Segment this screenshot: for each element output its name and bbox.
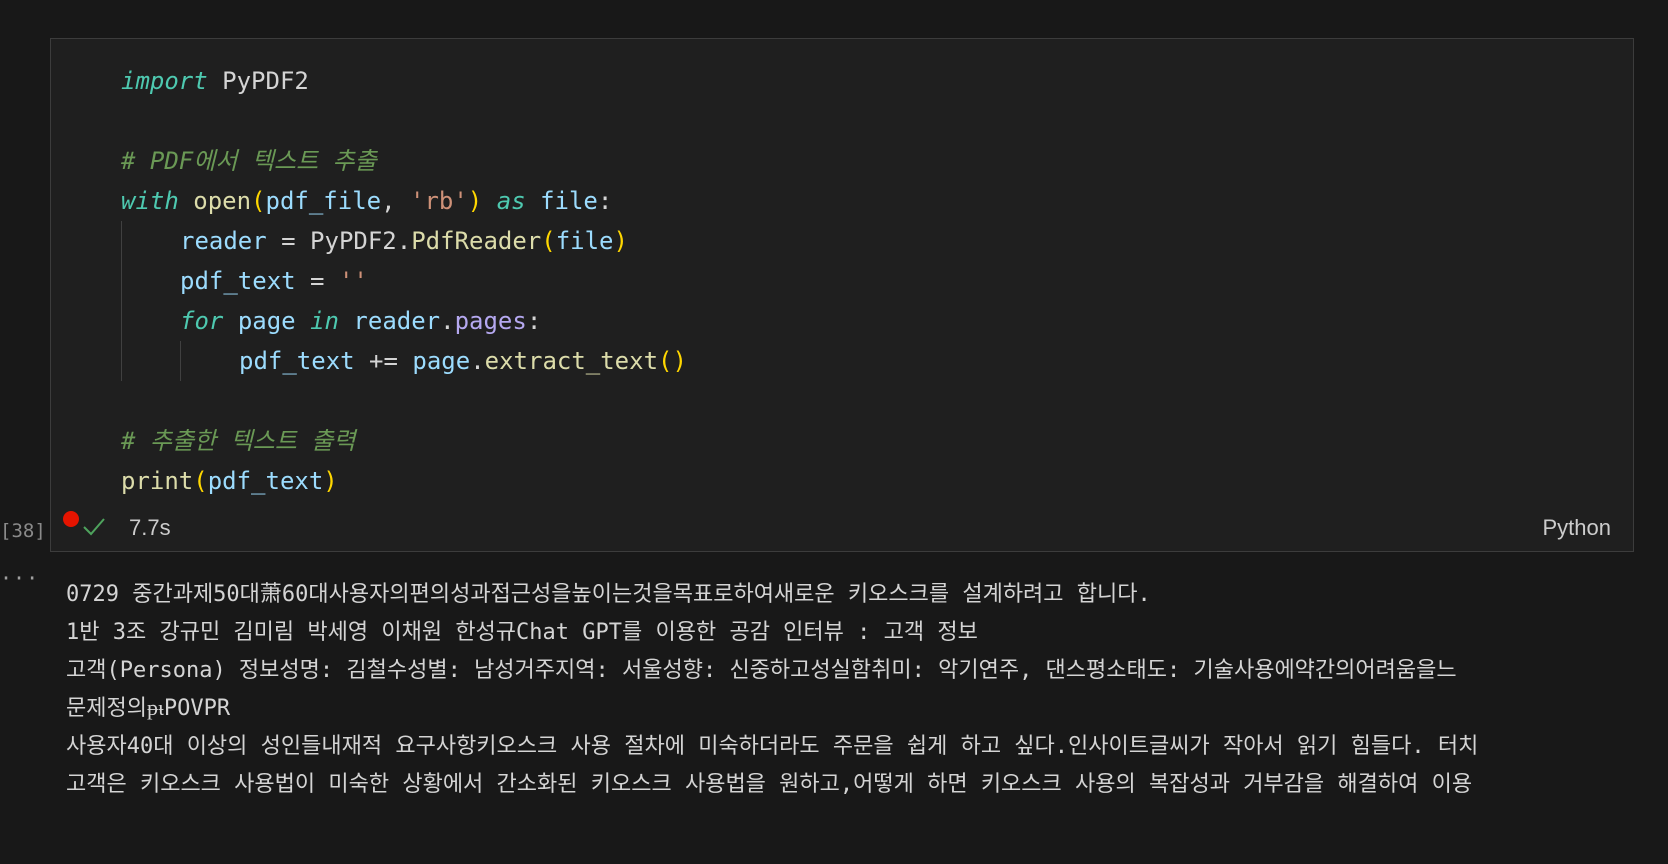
output-line: 0729 중간과제50대萧60대사용자의편의성과접근성을높이는것을목표로하여새로… [66,582,1151,607]
code-token: file [555,227,614,255]
code-token: page [412,347,471,375]
code-token: # PDF에서 텍스트 추출 [121,147,377,175]
code-token: 'rb' [410,187,468,215]
code-token: pdf_file [265,187,382,215]
execution-count: [38] [0,520,46,542]
code-token: file [540,187,598,215]
code-token: PdfReader [411,227,542,255]
code-token: . [440,307,455,335]
code-token: extract_text [484,347,659,375]
code-token: with [121,187,179,215]
output-line: 고객(Persona) 정보성명: 김철수성별: 남성거주지역: 서울성향: 신… [66,658,1457,683]
code-line[interactable]: print(pdf_text) [121,461,1621,501]
output-line: 문제정의ᵽᵼPOVPR [66,696,231,721]
code-line[interactable]: # PDF에서 텍스트 추출 [121,141,1621,181]
code-token: '' [338,267,368,295]
code-token: pages [454,307,527,335]
code-token: ) [613,227,628,255]
indent-guide [121,221,122,381]
code-line[interactable] [121,381,1621,421]
code-token: print [121,467,194,495]
code-token: page [237,307,296,335]
code-token: . [470,347,485,375]
code-token: for [180,307,224,335]
code-line[interactable]: for page in reader.pages: [121,301,1621,341]
code-token: in [310,307,339,335]
code-token: () [658,347,687,375]
code-line[interactable]: pdf_text += page.extract_text() [121,341,1621,381]
code-token: ( [251,187,266,215]
code-token: pdf_text [239,347,355,375]
code-token: reader [353,307,441,335]
code-token: import [121,67,208,95]
code-editor[interactable]: import PyPDF2 # PDF에서 텍스트 추출 with open(pdf… [121,61,1621,501]
code-token: ( [193,467,208,495]
code-cell[interactable]: import PyPDF2 # PDF에서 텍스트 추출 with open(pdf… [50,38,1634,552]
code-line[interactable]: import PyPDF2 [121,61,1621,101]
breakpoint-icon[interactable] [63,511,79,527]
cell-language-label[interactable]: Python [1543,515,1612,541]
code-token: , [381,187,410,215]
cell-status-bar: 7.7s Python [81,509,1611,549]
code-line[interactable]: # 추출한 텍스트 출력 [121,421,1621,461]
code-token: : [526,307,542,335]
code-token: ) [467,187,483,215]
code-token: += [354,347,413,375]
code-line[interactable] [121,101,1621,141]
code-token: reader [180,227,267,255]
output-line: 고객은 키오스크 사용법이 미숙한 상황에서 간소화된 키오스크 사용법을 원하… [66,772,1473,797]
code-token: : [597,187,613,215]
execution-duration: 7.7s [129,515,171,540]
code-line[interactable]: reader = PyPDF2.PdfReader(file) [121,221,1621,261]
code-token: as [496,187,526,215]
output-line: 사용자40대 이상의 성인들내재적 요구사항키오스크 사용 절차에 미숙하더라도… [66,734,1479,759]
cell-output: 0729 중간과제50대萧60대사용자의편의성과접근성을높이는것을목표로하여새로… [66,576,1668,804]
code-token: = [295,267,339,295]
indent-guide [180,341,181,381]
output-more-icon[interactable]: ··· [0,566,39,590]
output-line: 1반 3조 강규민 김미림 박세영 이채원 한성규Chat GPT를 이용한 공… [66,620,978,645]
code-token: pdf_text [207,467,324,495]
code-token: = PyPDF2. [266,227,412,255]
code-line[interactable]: pdf_text = '' [121,261,1621,301]
code-token: ( [541,227,556,255]
code-line[interactable]: with open(pdf_file, 'rb') as file: [121,181,1621,221]
code-token: open [193,187,252,215]
code-token: pdf_text [180,267,296,295]
check-icon [83,518,105,536]
code-token: # 추출한 텍스트 출력 [121,427,356,455]
code-token: ) [323,467,338,495]
code-token: PyPDF2 [207,67,309,95]
